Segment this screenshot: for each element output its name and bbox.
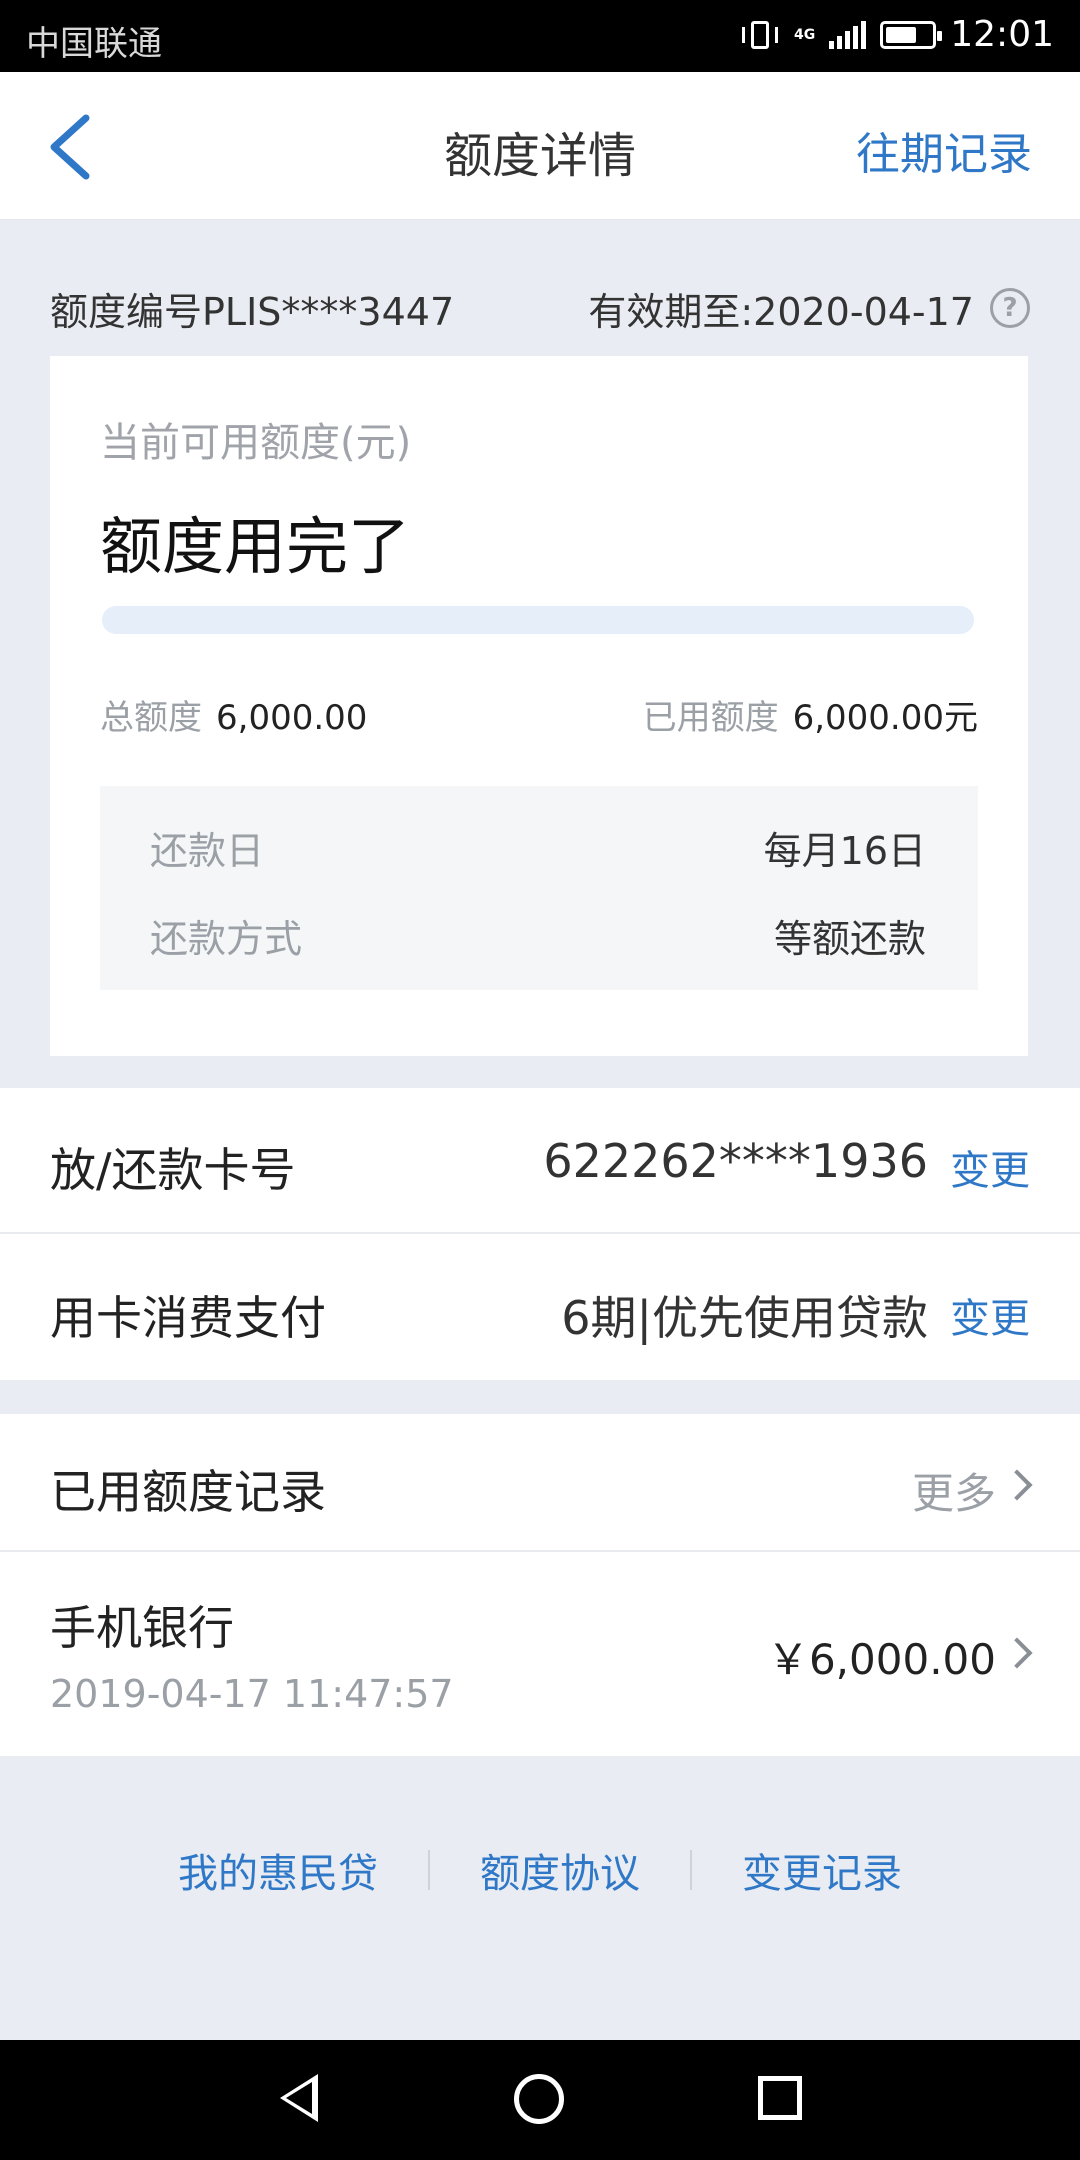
repay-method-line: 还款方式 等额还款 — [150, 908, 926, 963]
record-amount: ￥6,000.00 — [766, 1635, 996, 1684]
status-icons: 4G 12:01 — [740, 14, 1054, 55]
nav-home-icon[interactable] — [514, 2074, 564, 2124]
help-icon[interactable]: ? — [990, 288, 1030, 328]
status-bar: 中国联通 4G 12:01 — [0, 0, 1080, 72]
nav-back-icon[interactable] — [280, 2074, 318, 2122]
record-item[interactable]: 手机银行 2019-04-17 11:47:57 ￥6,000.00 — [0, 1552, 1080, 1756]
nav-recent-apps-icon[interactable] — [758, 2076, 802, 2120]
total-quota-label: 总额度 — [100, 698, 202, 738]
repay-day-value: 每月16日 — [763, 829, 926, 873]
quota-progress-bar — [102, 606, 974, 634]
card-payment-label: 用卡消费支付 — [50, 1291, 326, 1345]
used-quota-value: 6,000.00元 — [792, 698, 978, 738]
available-quota-label: 当前可用额度(元) — [100, 420, 412, 466]
chevron-right-icon — [1001, 1469, 1033, 1501]
card-payment-row: 用卡消费支付 6期|优先使用贷款 变更 — [0, 1234, 1080, 1380]
battery-icon — [880, 20, 943, 49]
quota-card: 当前可用额度(元) 额度用完了 总额度 6,000.00 已用额度 6,000.00… — [50, 356, 1028, 1056]
repay-day-line: 还款日 每月16日 — [150, 820, 926, 875]
repayment-info-box: 还款日 每月16日 还款方式 等额还款 — [100, 786, 978, 990]
change-payment-button[interactable]: 变更 — [950, 1286, 1030, 1344]
available-quota-status: 额度用完了 — [100, 510, 411, 583]
repay-method-label: 还款方式 — [150, 917, 303, 961]
more-link[interactable]: 更多 — [912, 1460, 996, 1521]
card-number-label: 放/还款卡号 — [50, 1143, 296, 1197]
card-number-value: 622262****1936 — [543, 1134, 928, 1188]
repay-day-label: 还款日 — [150, 829, 265, 873]
network-type-label: 4G — [794, 26, 816, 43]
quota-totals: 总额度 6,000.00 已用额度 6,000.00元 — [100, 690, 978, 739]
records-title: 已用额度记录 — [50, 1465, 326, 1519]
quota-agreement-link[interactable]: 额度协议 — [480, 1841, 640, 1899]
quota-info-row: 额度编号PLIS****3447 有效期至:2020-04-17 ? — [50, 278, 1030, 338]
total-quota: 总额度 6,000.00 — [100, 690, 367, 739]
record-name: 手机银行 — [50, 1601, 234, 1655]
card-payment-value: 6期|优先使用贷款 — [561, 1291, 928, 1345]
total-quota-value: 6,000.00 — [216, 698, 368, 738]
valid-until: 有效期至:2020-04-17 — [588, 289, 974, 334]
my-loan-link[interactable]: 我的惠民贷 — [178, 1841, 378, 1899]
clock: 12:01 — [950, 14, 1054, 55]
validity-group: 有效期至:2020-04-17 ? — [588, 281, 1030, 336]
change-history-link[interactable]: 变更记录 — [742, 1841, 902, 1899]
used-quota: 已用额度 6,000.00元 — [643, 690, 978, 739]
chevron-right-icon — [1001, 1637, 1033, 1669]
system-nav-bar — [0, 2040, 1080, 2160]
history-link[interactable]: 往期记录 — [856, 118, 1032, 182]
carrier-name: 中国联通 — [26, 24, 162, 64]
change-card-button[interactable]: 变更 — [950, 1138, 1030, 1196]
footer-links: 我的惠民贷 额度协议 变更记录 — [0, 1840, 1080, 1900]
app-header: 额度详情 往期记录 — [0, 72, 1080, 220]
records-header[interactable]: 已用额度记录 更多 — [0, 1414, 1080, 1550]
record-time: 2019-04-17 11:47:57 — [50, 1672, 454, 1716]
quota-number: 额度编号PLIS****3447 — [50, 289, 455, 334]
used-quota-label: 已用额度 — [642, 698, 779, 738]
repay-method-value: 等额还款 — [773, 917, 926, 961]
footer-separator — [428, 1850, 430, 1890]
footer-separator — [690, 1850, 692, 1890]
signal-icon — [829, 20, 867, 49]
card-number-row: 放/还款卡号 622262****1936 变更 — [0, 1088, 1080, 1232]
vibrate-icon — [740, 19, 780, 51]
